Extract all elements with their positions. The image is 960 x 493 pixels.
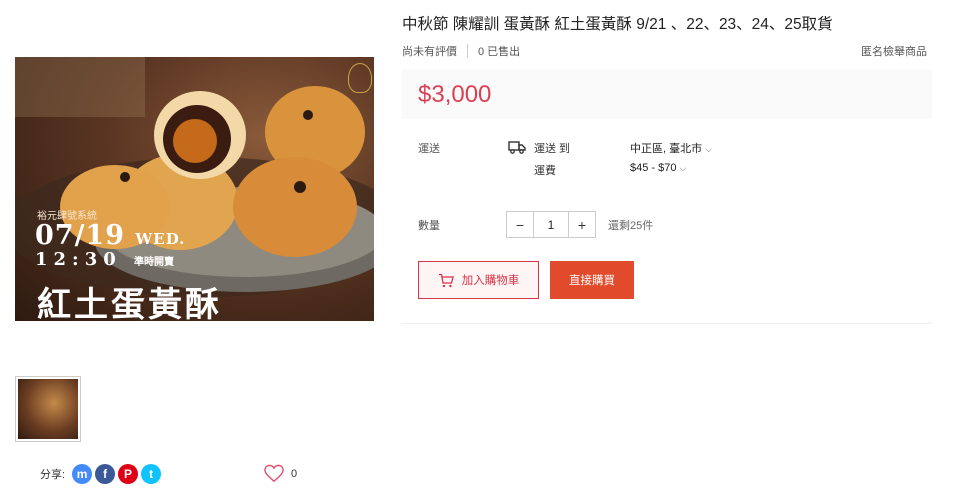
- truck-icon: [508, 141, 526, 154]
- quantity-increase-button[interactable]: +: [569, 212, 595, 237]
- price-section: $3,000: [402, 69, 932, 119]
- image-product-name: 紅土蛋黃酥: [37, 285, 222, 321]
- like-button[interactable]: 0: [263, 464, 297, 483]
- product-price: $3,000: [418, 81, 492, 108]
- messenger-share-icon[interactable]: m: [72, 464, 93, 484]
- quantity-decrease-button[interactable]: −: [507, 212, 533, 237]
- pinterest-share-icon[interactable]: P: [118, 464, 139, 484]
- image-date-text: 07/19 WED.: [35, 220, 186, 251]
- share-bar: 分享: m f P t: [40, 464, 162, 484]
- product-meta: 尚未有評價 0 已售出: [402, 43, 520, 59]
- chevron-down-icon: ⌵: [705, 144, 712, 154]
- shipping-fee-select[interactable]: $45 - $70 ⌵: [630, 162, 686, 174]
- buy-now-button[interactable]: 直接購買: [550, 261, 634, 299]
- product-thumbnail[interactable]: [15, 376, 81, 442]
- thumbnail-image: [18, 379, 78, 439]
- shipping-label: 運送: [418, 143, 440, 155]
- twitter-share-icon[interactable]: t: [141, 464, 162, 484]
- stock-remaining: 還剩25件: [608, 220, 654, 232]
- quantity-stepper: − 1 +: [506, 211, 596, 238]
- cart-icon: [438, 273, 454, 287]
- shipping-fee-label: 運費: [534, 165, 556, 177]
- section-divider: [402, 323, 932, 324]
- like-count: 0: [291, 467, 298, 480]
- brand-seal-icon: [348, 63, 372, 93]
- report-link[interactable]: 匿名檢舉商品: [861, 43, 927, 59]
- product-title: 中秋節 陳耀訓 蛋黃酥 紅土蛋黃酥 9/21 、22、23、24、25取貨: [402, 16, 833, 33]
- facebook-share-icon[interactable]: f: [95, 464, 116, 484]
- add-to-cart-label: 加入購物車: [461, 275, 520, 287]
- meta-divider: [467, 44, 468, 58]
- share-label: 分享:: [40, 469, 66, 481]
- heart-icon: [264, 464, 284, 483]
- image-time-text: 12:30 準時開賣: [35, 249, 175, 270]
- ship-to-label: 運送 到: [534, 143, 571, 155]
- rating-text[interactable]: 尚未有評價: [402, 43, 457, 59]
- sold-count: 0 已售出: [478, 46, 521, 58]
- quantity-input[interactable]: 1: [533, 212, 569, 237]
- chevron-down-icon: ⌵: [679, 163, 687, 173]
- add-to-cart-button[interactable]: 加入購物車: [418, 261, 539, 299]
- product-main-image[interactable]: 裕元肆號系統 07/19 WED. 12:30 準時開賣 紅土蛋黃酥: [15, 57, 374, 321]
- quantity-label: 數量: [418, 220, 440, 232]
- shipping-location-select[interactable]: 中正區, 臺北市 ⌵: [630, 140, 712, 156]
